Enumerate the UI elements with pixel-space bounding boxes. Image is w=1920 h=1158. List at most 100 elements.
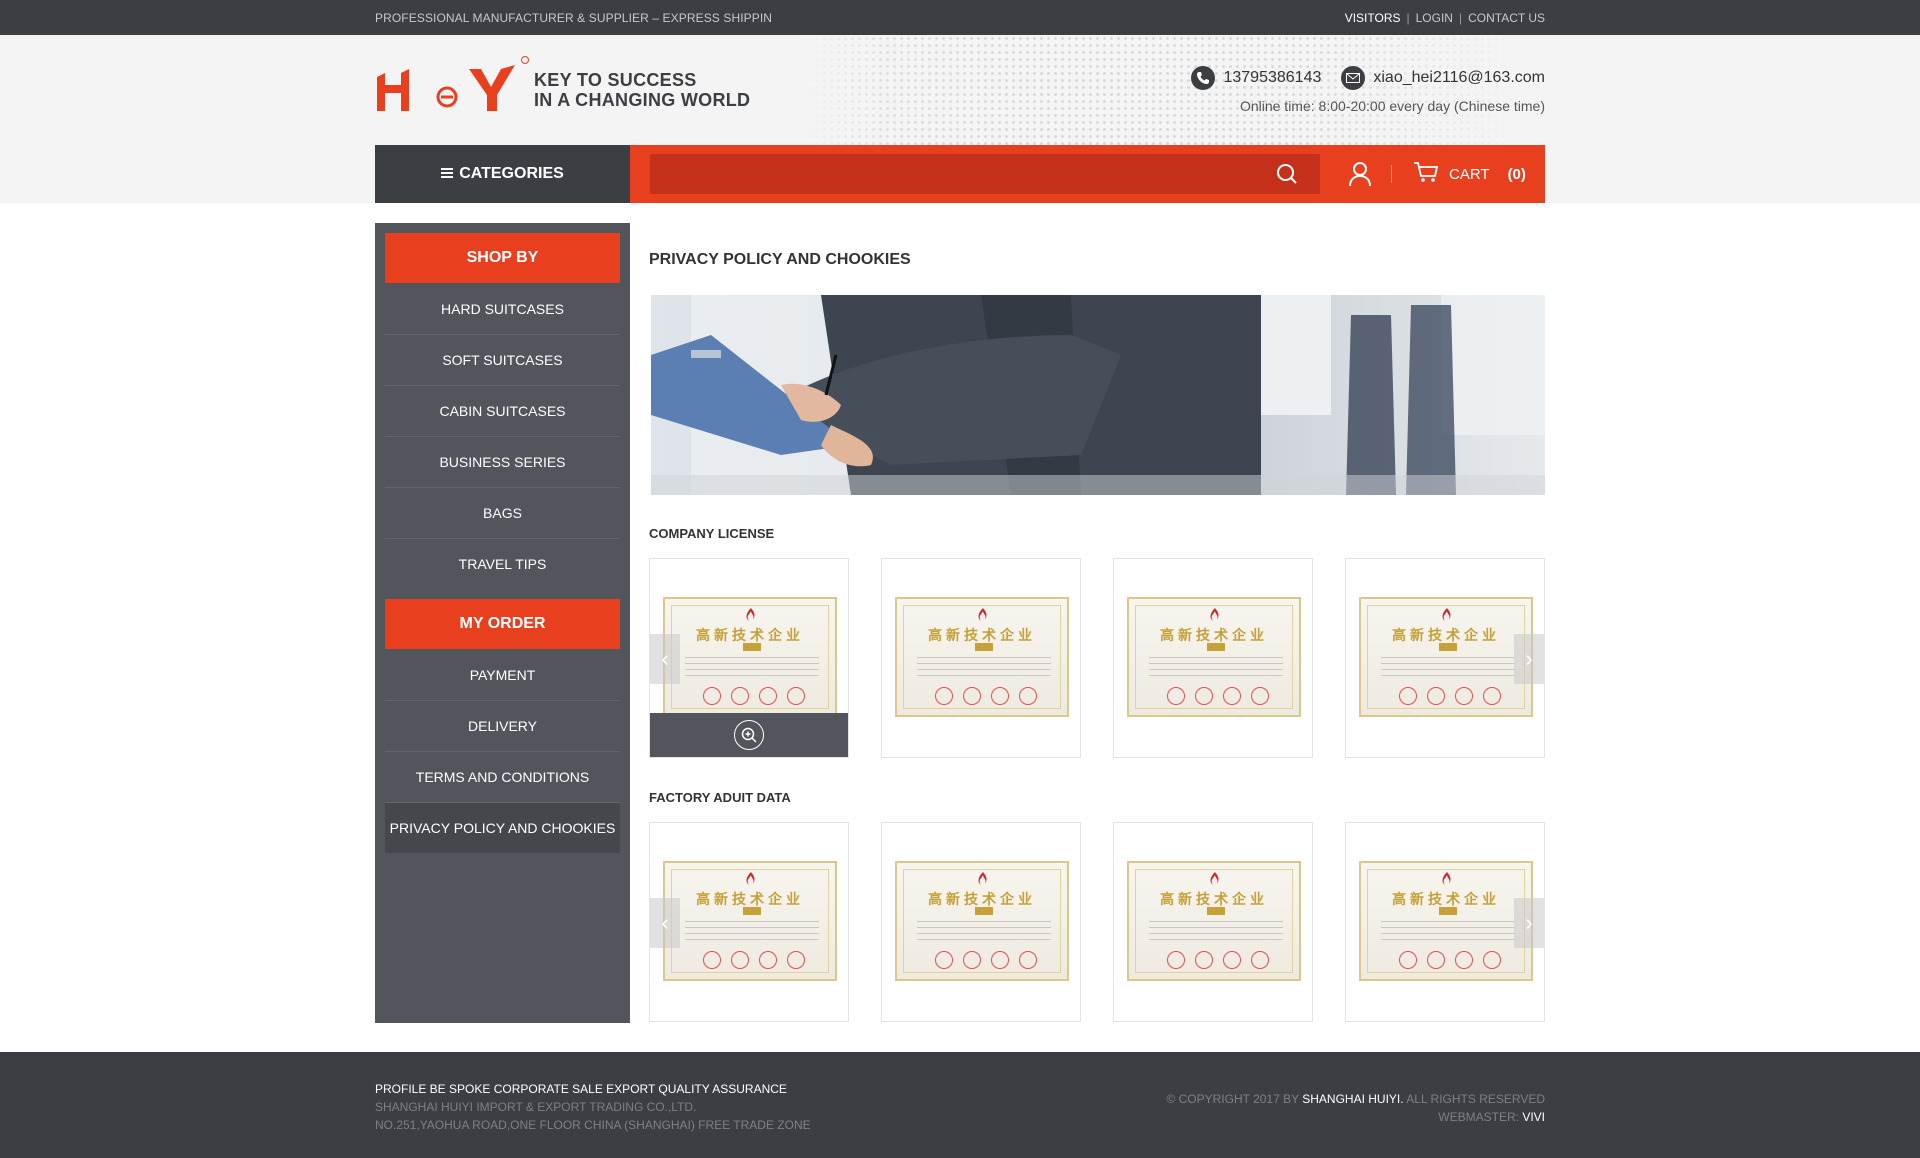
certificate-image: 高新技术企业 [1127,597,1301,717]
factory-audit-title: FACTORY ADUIT DATA [649,790,791,805]
license-card[interactable]: 高新技术企业 [1113,558,1313,758]
zoom-in-icon[interactable] [734,720,764,750]
top-bar: PROFESSIONAL MANUFACTURER & SUPPLIER – E… [0,0,1920,35]
top-tagline: PROFESSIONAL MANUFACTURER & SUPPLIER – E… [375,11,773,25]
top-links: VISITORS | LOGIN | CONTACT US [1345,11,1545,25]
footer-right: © COPYRIGHT 2017 BY SHANGHAI HUIYI. ALL … [1166,1090,1545,1126]
separator: | [1406,11,1410,25]
cart-icon [1413,161,1439,187]
chevron-right-icon: › [1525,910,1533,935]
slogan-line-1: KEY TO SUCCESS [534,70,697,90]
menu-icon [441,165,454,183]
page-title: PRIVACY POLICY AND CHOOKIES [649,251,911,268]
certificate-title: 高新技术企业 [1392,627,1500,643]
footer-left: PROFILE BE SPOKE CORPORATE SALE EXPORT Q… [375,1080,811,1134]
mail-icon [1341,66,1366,90]
webmaster-name: VIVI [1522,1110,1545,1124]
company-license-title: COMPANY LICENSE [649,526,775,541]
my-order-heading: MY ORDER [385,599,620,649]
certificate-title: 高新技术企业 [928,627,1036,643]
audit-card[interactable]: 高新技术企业 [1113,822,1313,1022]
copyright-name: SHANGHAI HUIYI. [1302,1092,1404,1106]
certificate-image: 高新技术企业 [663,597,837,717]
copyright-suffix: ALL RIGHTS RESERVED [1406,1092,1545,1106]
login-link[interactable]: LOGIN [1416,11,1453,25]
carousel-prev-button[interactable]: ‹ [650,898,680,948]
chevron-left-icon: ‹ [661,910,669,935]
flame-icon [746,872,755,885]
copyright-line: © COPYRIGHT 2017 BY SHANGHAI HUIYI. ALL … [1166,1090,1545,1108]
company-license-carousel: 高新技术企业 ‹ 高新技术企业 高新技术企业 高新技术企业 › [649,558,1545,758]
license-card[interactable]: 高新技术企业 ‹ [649,558,849,758]
search-input[interactable] [650,154,1320,194]
sidebar-item-soft-suitcases[interactable]: SOFT SUITCASES [385,334,620,385]
footer: PROFILE BE SPOKE CORPORATE SALE EXPORT Q… [0,1052,1920,1158]
sidebar-item-payment[interactable]: PAYMENT [385,649,620,700]
certificate-title: 高新技术企业 [696,891,804,907]
separator: | [1458,11,1463,25]
flame-icon [978,608,987,621]
shop-by-heading: SHOP BY [385,233,620,283]
categories-label: CATEGORIES [459,165,564,182]
contact-info: 13795386143 xiao_hei2116@163.com [1191,66,1545,90]
audit-card[interactable]: 高新技术企业 [881,822,1081,1022]
flame-icon [1442,608,1451,621]
audit-card[interactable]: 高新技术企业 › [1345,822,1545,1022]
cart-count: (0) [1507,165,1526,183]
phone-icon [1191,66,1216,90]
flame-icon [746,608,755,621]
contact-us-link[interactable]: CONTACT US [1468,11,1545,25]
factory-audit-carousel: 高新技术企业 ‹ 高新技术企业 高新技术企业 高新技术企业 › [649,822,1545,1022]
certificate-title: 高新技术企业 [928,891,1036,907]
certificate-image: 高新技术企业 [1359,597,1533,717]
slogan: KEY TO SUCCESS IN A CHANGING WORLD [534,70,750,110]
user-icon[interactable] [1347,161,1373,187]
certificate-image: 高新技术企业 [895,861,1069,981]
chevron-right-icon: › [1525,646,1533,671]
chevron-left-icon: ‹ [661,646,669,671]
webmaster-label: WEBMASTER: [1438,1110,1519,1124]
sidebar-item-bags[interactable]: BAGS [385,487,620,538]
carousel-next-button[interactable]: › [1514,898,1544,948]
flame-icon [1210,872,1219,885]
carousel-next-button[interactable]: › [1514,634,1544,684]
license-card[interactable]: 高新技术企业 › [1345,558,1545,758]
cart-button[interactable]: CART (0) [1413,161,1526,187]
categories-button[interactable]: CATEGORIES [375,145,630,203]
license-card[interactable]: 高新技术企业 [881,558,1081,758]
audit-card[interactable]: 高新技术企业 ‹ [649,822,849,1022]
webmaster-line: WEBMASTER: VIVI [1166,1108,1545,1126]
flame-icon [978,872,987,885]
hy-logo[interactable] [375,55,530,115]
visitors-link[interactable]: VISITORS [1345,11,1401,25]
footer-company: SHANGHAI HUIYI IMPORT & EXPORT TRADING C… [375,1100,697,1114]
online-time: Online time: 8:00-20:00 every day (Chine… [1239,98,1545,114]
slogan-line-2: IN A CHANGING WORLD [534,90,751,110]
nav-divider [1391,165,1392,183]
search-icon[interactable] [1270,157,1304,191]
certificate-image: 高新技术企业 [1359,861,1533,981]
footer-address: NO.251,YAOHUA ROAD,ONE FLOOR CHINA (SHAN… [375,1118,811,1132]
email-contact: xiao_hei2116@163.com [1341,66,1545,90]
sidebar-item-delivery[interactable]: DELIVERY [385,700,620,751]
footer-links[interactable]: PROFILE BE SPOKE CORPORATE SALE EXPORT Q… [375,1080,811,1098]
sidebar-item-cabin-suitcases[interactable]: CABIN SUITCASES [385,385,620,436]
certificate-image: 高新技术企业 [895,597,1069,717]
main-nav: CATEGORIES CART (0) [375,145,1545,203]
phone-number: 13795386143 [1223,69,1322,86]
sidebar: SHOP BY HARD SUITCASES SOFT SUITCASES CA… [375,223,630,1023]
sidebar-item-privacy-policy[interactable]: PRIVACY POLICY AND CHOOKIES [385,802,620,853]
zoom-bar[interactable] [650,713,848,757]
certificate-image: 高新技术企业 [663,861,837,981]
sidebar-item-terms[interactable]: TERMS AND CONDITIONS [385,751,620,802]
sidebar-item-hard-suitcases[interactable]: HARD SUITCASES [385,283,620,334]
certificate-title: 高新技术企业 [1392,891,1500,907]
business-banner-image [651,295,1545,495]
phone-contact: 13795386143 [1191,66,1321,90]
certificate-title: 高新技术企业 [1160,891,1268,907]
sidebar-item-business-series[interactable]: BUSINESS SERIES [385,436,620,487]
carousel-prev-button[interactable]: ‹ [650,634,680,684]
certificate-image: 高新技术企业 [1127,861,1301,981]
sidebar-item-travel-tips[interactable]: TRAVEL TIPS [385,538,620,589]
email-address[interactable]: xiao_hei2116@163.com [1373,69,1545,87]
